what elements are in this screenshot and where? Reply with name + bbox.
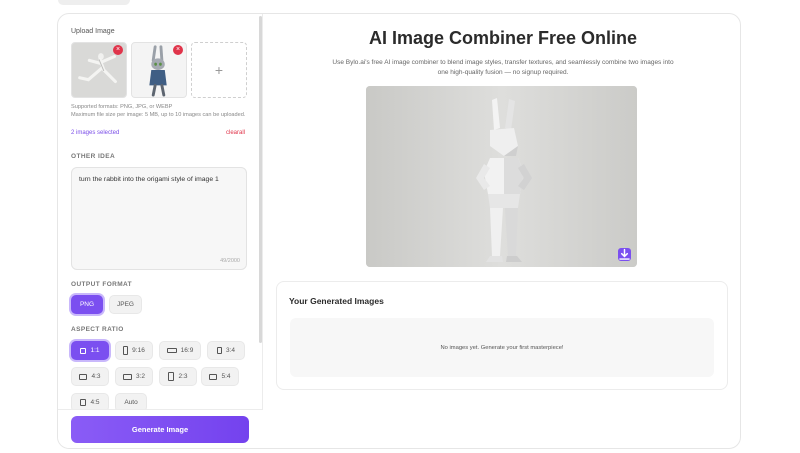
aspect-3-4-button[interactable]: 3:4 xyxy=(207,341,245,360)
aspect-label: 3:4 xyxy=(225,347,236,354)
generate-image-button[interactable]: Generate Image xyxy=(71,416,249,443)
landscape-icon xyxy=(209,373,218,380)
thumbnail-dancer[interactable]: × xyxy=(71,42,127,98)
result-preview xyxy=(366,86,637,267)
download-icon xyxy=(619,248,630,260)
origami-rabbit-image xyxy=(366,86,637,267)
aspect-label: 2:3 xyxy=(178,373,188,380)
settings-scrollbar[interactable] xyxy=(259,16,262,343)
aspect-4-3-button[interactable]: 4:3 xyxy=(71,367,109,386)
top-tab[interactable] xyxy=(58,0,130,5)
aspect-ratio-label: ASPECT RATIO xyxy=(71,326,124,333)
aspect-label: 16:9 xyxy=(180,347,194,354)
settings-panel: Upload Image × × + Supported formats: PN… xyxy=(58,14,263,448)
upload-thumbnails: × × + xyxy=(71,42,247,98)
square-icon xyxy=(80,347,87,354)
empty-state: No images yet. Generate your first maste… xyxy=(290,318,714,377)
add-image-button[interactable]: + xyxy=(191,42,247,98)
output-format-label: OUTPUT FORMAT xyxy=(71,281,133,288)
page-title: AI Image Combiner Free Online xyxy=(368,28,638,48)
selected-count: 2 images selected xyxy=(71,130,120,136)
thumbnail-rabbit[interactable]: × xyxy=(131,42,187,98)
size-note: Maximum file size per image: 5 MB, up to… xyxy=(71,111,246,118)
gallery-title: Your Generated Images xyxy=(289,296,384,306)
generate-bar: Generate Image xyxy=(58,409,263,448)
clear-all-link[interactable]: clearall xyxy=(226,130,245,136)
aspect-label: 9:16 xyxy=(132,347,145,354)
aspect-5-4-button[interactable]: 5:4 xyxy=(201,367,239,386)
aspect-3-2-button[interactable]: 3:2 xyxy=(115,367,153,386)
portrait-icon xyxy=(168,372,175,381)
remove-image-button[interactable]: × xyxy=(113,45,123,55)
combiner-card: Upload Image × × + Supported formats: PN… xyxy=(57,13,741,449)
upload-label: Upload Image xyxy=(71,28,115,35)
download-button[interactable] xyxy=(618,248,631,261)
aspect-9-16-button[interactable]: 9:16 xyxy=(115,341,153,360)
aspect-2-3-button[interactable]: 2:3 xyxy=(159,367,197,386)
aspect-16-9-button[interactable]: 16:9 xyxy=(159,341,201,360)
aspect-label: 1:1 xyxy=(90,347,100,354)
portrait-icon xyxy=(80,399,87,406)
character-counter: 49/2000 xyxy=(220,258,240,264)
aspect-label: 4:3 xyxy=(91,373,101,380)
other-idea-label: OTHER IDEA xyxy=(71,153,116,160)
format-jpeg-button[interactable]: JPEG xyxy=(109,295,142,314)
generated-images-gallery: Your Generated Images No images yet. Gen… xyxy=(276,281,728,390)
formats-note: Supported formats: PNG, JPG, or WEBP xyxy=(71,104,173,110)
aspect-label: 3:2 xyxy=(135,373,146,380)
aspect-label: 4:5 xyxy=(90,399,100,406)
page-subtitle: Use Bylo.ai's free AI image combiner to … xyxy=(332,59,674,76)
aspect-1-1-button[interactable]: 1:1 xyxy=(71,341,109,360)
landscape-icon xyxy=(122,373,132,380)
portrait-icon xyxy=(216,347,222,354)
prompt-textarea[interactable]: turn the rabbit into the origami style o… xyxy=(71,167,247,270)
landscape-icon xyxy=(79,373,88,380)
portrait-icon xyxy=(123,346,129,355)
remove-image-button[interactable]: × xyxy=(173,45,183,55)
format-png-button[interactable]: PNG xyxy=(71,295,103,314)
aspect-label: 5:4 xyxy=(221,373,231,380)
landscape-icon xyxy=(166,348,177,353)
prompt-text: turn the rabbit into the origami style o… xyxy=(79,176,219,183)
